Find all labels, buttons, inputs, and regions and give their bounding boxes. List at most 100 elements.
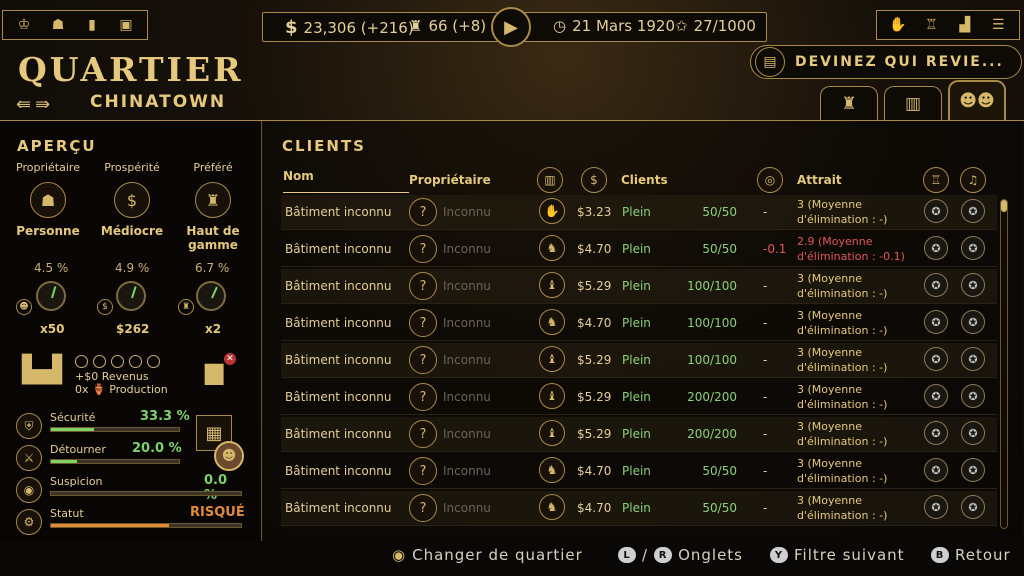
table-row[interactable]: Bâtiment inconnu? Inconnu ♞ $4.70 Plein 50/50… — [281, 232, 997, 267]
elimination-delta: - — [763, 316, 768, 330]
table-row[interactable]: Bâtiment inconnu? Inconnu ♞ $4.70 Plein 50/50… — [281, 454, 997, 489]
header-clients[interactable]: Clients — [621, 163, 668, 193]
gauge-dial — [116, 281, 146, 311]
star-value: 27/1000 — [693, 17, 756, 35]
status-value: Plein — [622, 390, 651, 404]
rating-star-icon[interactable]: ✪ — [961, 199, 985, 223]
status-value: Plein — [622, 464, 651, 478]
tab-buildings[interactable]: ♜ — [820, 86, 878, 120]
slot-circles — [75, 355, 160, 368]
rating-star-icon[interactable]: ✪ — [924, 347, 948, 371]
handshake-icon[interactable]: ✋ — [887, 15, 909, 35]
status-icon: ⚙ — [16, 509, 42, 535]
status-value: RISQUÉ — [190, 505, 245, 520]
divert-fill — [51, 460, 77, 463]
factory-icon[interactable]: ▟ — [954, 15, 976, 35]
building-name: Bâtiment inconnu — [285, 427, 392, 441]
cake-icon: ♜ — [195, 182, 231, 218]
building-name: Bâtiment inconnu — [285, 242, 392, 256]
change-district-hint[interactable]: ◉ Changer de quartier — [392, 546, 583, 564]
table-row[interactable]: Bâtiment inconnu? Inconnu ♝ $5.29 Plein 100/1… — [281, 269, 997, 304]
gauge-value: $262 — [116, 322, 150, 336]
district-arrows[interactable]: ⇚⇛ — [16, 94, 54, 115]
rating-star-icon[interactable]: ✪ — [961, 310, 985, 334]
header-attract[interactable]: Attrait — [797, 163, 842, 193]
rating-star-icon[interactable]: ✪ — [924, 421, 948, 445]
rating-star-icon[interactable]: ✪ — [961, 458, 985, 482]
boss-icon[interactable]: ♔ — [13, 15, 35, 35]
owner-name: Inconnu — [443, 242, 491, 256]
settings-icon[interactable]: ☰ — [987, 15, 1009, 35]
suspicion-label: Suspicion — [50, 475, 103, 488]
owner-name: Inconnu — [443, 205, 491, 219]
gauge-dial — [196, 281, 226, 311]
elimination-icon[interactable]: ◎ — [757, 167, 783, 193]
avatar[interactable]: ☻ — [214, 441, 244, 471]
table-row[interactable]: Bâtiment inconnu? Inconnu ♝ $5.29 Plein 100/1… — [281, 343, 997, 378]
prosperity-label: Prospérité — [104, 161, 160, 174]
table-row[interactable]: Bâtiment inconnu? Inconnu ♞ $4.70 Plein 50/50… — [281, 491, 997, 526]
rating-star-icon[interactable]: ✪ — [961, 384, 985, 408]
people-small-icon: ☻ — [16, 299, 32, 315]
rating-star-icon[interactable]: ✪ — [961, 236, 985, 260]
drinks-icon[interactable]: ♖ — [923, 167, 949, 193]
rating-star-icon[interactable]: ✪ — [961, 421, 985, 445]
building-name: Bâtiment inconnu — [285, 279, 392, 293]
price-value: $3.23 — [577, 205, 612, 219]
back-hint[interactable]: B Retour — [931, 546, 1011, 564]
scroll-thumb[interactable] — [1001, 200, 1007, 212]
header-owner[interactable]: Propriétaire — [409, 163, 491, 193]
guess-who-button[interactable]: ▤ DEVINEZ QUI REVIE... — [750, 45, 1022, 79]
owner-unknown-icon: ? — [409, 198, 437, 226]
rating-star-icon[interactable]: ✪ — [924, 199, 948, 223]
cake-icon: ♜ — [409, 17, 423, 35]
header-name[interactable]: Nom — [283, 163, 409, 193]
rating-star-icon[interactable]: ✪ — [961, 495, 985, 519]
stick-icon: ◉ — [392, 546, 407, 564]
tabs-hint[interactable]: L / R Onglets — [618, 546, 743, 564]
crew-icon[interactable]: ☗ — [47, 15, 69, 35]
building-name: Bâtiment inconnu — [285, 353, 392, 367]
building-type-icon[interactable]: ▥ — [537, 167, 563, 193]
gauge-pct: 6.7 % — [195, 261, 230, 275]
owner-unknown-icon: ? — [409, 235, 437, 263]
briefcase-icon[interactable]: ▣ — [115, 15, 137, 35]
eye-icon: ◉ — [16, 477, 42, 503]
price-value: $4.70 — [577, 501, 612, 515]
scrollbar[interactable] — [1000, 199, 1008, 529]
table-row[interactable]: Bâtiment inconnu? Inconnu ♞ $4.70 Plein 100/1… — [281, 306, 997, 341]
rating-star-icon[interactable]: ✪ — [924, 458, 948, 482]
filter-label: Filtre suivant — [794, 546, 905, 564]
security-label: Sécurité — [50, 411, 96, 424]
table-row[interactable]: Bâtiment inconnu? Inconnu ♝ $5.29 Plein 200/2… — [281, 380, 997, 415]
rating-star-icon[interactable]: ✪ — [961, 273, 985, 297]
city-icon[interactable]: ♖ — [920, 15, 942, 35]
attract-value: 3 (Moyenne d'élimination : -) — [797, 198, 888, 227]
rating-star-icon[interactable]: ✪ — [924, 273, 948, 297]
change-district-label: Changer de quartier — [412, 546, 583, 564]
preferred-stat: Préféré ♜ Haut de gamme — [173, 161, 253, 253]
money-bag-icon[interactable]: $ — [581, 167, 607, 193]
rating-star-icon[interactable]: ✪ — [961, 347, 985, 371]
tab-properties[interactable]: ▥ — [884, 86, 942, 120]
dollar-icon: $ — [285, 17, 298, 38]
divert-label: Détourner — [50, 443, 106, 456]
filter-hint[interactable]: Y Filtre suivant — [770, 546, 905, 564]
people-icon: ☻☻ — [959, 91, 995, 111]
play-icon: ▶ — [504, 16, 518, 38]
table-row[interactable]: Bâtiment inconnu? Inconnu ♝ $5.29 Plein 200/2… — [281, 417, 997, 452]
gauge-needle — [131, 286, 137, 299]
rating-star-icon[interactable]: ✪ — [924, 310, 948, 334]
business-type-icon: ♝ — [539, 346, 565, 372]
table-row[interactable]: Bâtiment inconnu? Inconnu ✋ $3.23 Plein 50/50… — [281, 195, 997, 230]
tab-clients[interactable]: ☻☻ — [948, 80, 1006, 120]
rating-star-icon[interactable]: ✪ — [924, 236, 948, 260]
rating-star-icon[interactable]: ✪ — [924, 384, 948, 408]
ledger-icon[interactable]: ▮ — [81, 15, 103, 35]
play-button[interactable]: ▶ — [491, 7, 531, 47]
overview-panel: APERÇU Propriétaire ☗ Personne Prospérit… — [0, 121, 262, 541]
top-right-menu: ✋ ♖ ▟ ☰ — [876, 10, 1020, 40]
rating-star-icon[interactable]: ✪ — [924, 495, 948, 519]
party-icon[interactable]: ♫ — [960, 167, 986, 193]
tabs-label: Onglets — [678, 546, 743, 564]
